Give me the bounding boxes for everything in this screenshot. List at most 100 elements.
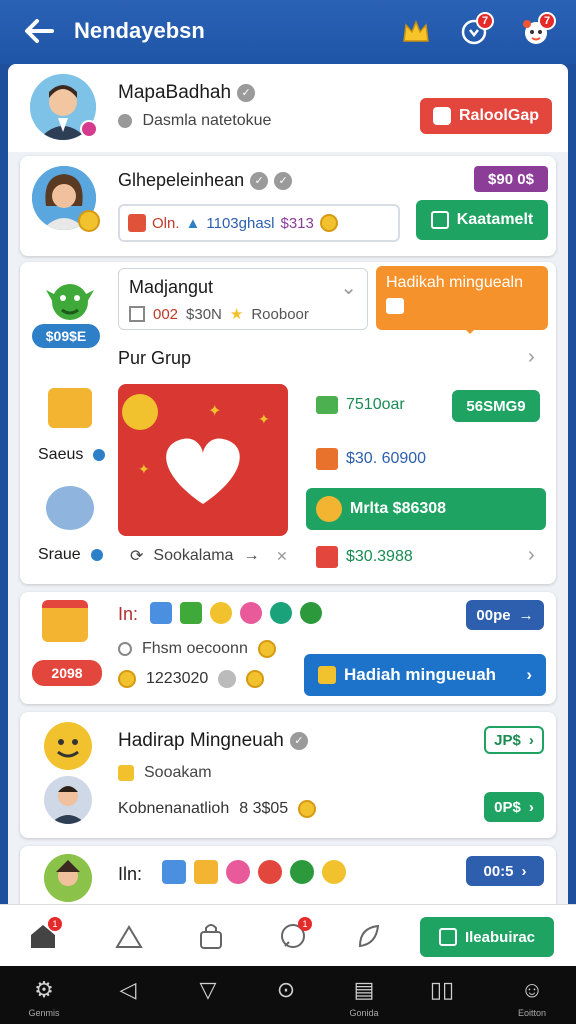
star-icon: ★ (229, 306, 244, 323)
reward-line-1: Fhsm oecoonn (142, 640, 248, 657)
stat-1: Oln. (152, 214, 180, 232)
svg-text:✦: ✦ (258, 411, 270, 427)
left-item-label: Saeus (38, 446, 84, 463)
back-triangle-icon[interactable]: ◁ (108, 976, 148, 1004)
offer-row[interactable]: 7510oar 56SMG9 (306, 384, 546, 428)
close-icon[interactable]: ✕ (276, 548, 288, 565)
profile-header: MapaBadhah ✓ Dasmla natetokue RaloolGap (8, 64, 568, 152)
chevron-right-icon[interactable]: › (528, 346, 535, 369)
stat-3: $313 (280, 214, 314, 232)
reward-label: In: (118, 604, 139, 624)
profile-action-button[interactable]: RaloolGap (420, 98, 552, 134)
tooltip-banner[interactable]: Hadikah minguealn (376, 266, 548, 334)
chevron-right-icon: › (526, 665, 532, 684)
offer-row[interactable]: $30.3988 › (306, 540, 546, 576)
reward-card: 2098 In: 00pe → Fhsm oecoonn 1223020 Hadi… (20, 592, 556, 704)
group-select-title: Madjangut (129, 277, 214, 297)
system-right-label: Eoitton (517, 1008, 547, 1018)
select-value-2: $30N (186, 305, 222, 323)
reward-main-label: Hadiah mingueuah (344, 665, 497, 684)
system-navigation-bar: ⚙ Genmis ◁ ▽ ⊙ ▤ Gonida ▯▯ ☺ Eoitton (0, 966, 576, 1024)
link-icon: ⟳ (130, 548, 144, 565)
item-button-label: 00:5 (483, 862, 514, 880)
tooltip-text: Hadikah minguealn (386, 274, 523, 291)
system-left-label: Genmis (28, 1008, 60, 1018)
member-action-label: Kaatamelt (456, 211, 534, 228)
tent-icon[interactable] (112, 919, 146, 953)
clock-icon (118, 642, 132, 656)
crown-icon[interactable] (398, 14, 434, 50)
offer-row[interactable]: $30. 60900 (306, 438, 546, 478)
back-arrow-icon[interactable] (22, 16, 56, 46)
calendar-icon (430, 211, 449, 229)
gift-box-icon (42, 600, 88, 642)
leaf-icon[interactable] (352, 919, 386, 953)
chat-icon[interactable]: 1 (276, 917, 312, 953)
down-triangle-icon[interactable]: ▽ (188, 976, 228, 1004)
top-app-bar: Nendayebsn 7 7 (0, 0, 576, 64)
mascot-icon[interactable]: 7 (518, 12, 556, 50)
reward-top-button[interactable]: 00pe → (466, 600, 544, 630)
arrow-right-icon: → (518, 606, 534, 624)
settings-gear-icon[interactable]: ⚙ (24, 976, 64, 1004)
chevron-right-icon: › (528, 798, 534, 816)
reward-line-2: 1223020 (146, 670, 209, 687)
box-icon (128, 214, 146, 232)
book-icon[interactable]: ▤ (344, 976, 384, 1004)
coin-icon (118, 670, 136, 688)
cube-icon (129, 306, 145, 322)
money-icon (316, 396, 338, 414)
notification-icon[interactable]: 7 (456, 12, 494, 50)
coin-icon (218, 670, 237, 688)
triangle-icon: ▲ (185, 214, 201, 232)
item-button[interactable]: 00:5 › (466, 856, 544, 886)
coin-icon (319, 214, 338, 232)
weekly-button-2[interactable]: 0P$ › (484, 792, 544, 822)
coin-tag: 2098 (32, 660, 102, 686)
avatar[interactable] (44, 722, 92, 770)
weekly-line-1: Sooakam (144, 764, 212, 781)
bottom-cta-button[interactable]: Ileabuirac (420, 917, 554, 957)
stat-2: 1103ghasl (206, 214, 275, 232)
item-icons (162, 860, 346, 884)
coin-icon (78, 210, 100, 232)
chevron-right-icon: › (528, 544, 535, 566)
avatar[interactable] (44, 854, 92, 902)
coin-icon (298, 800, 317, 818)
weekly-button-1-label: JP$ (494, 731, 521, 749)
offer-amount: Mrlta $86308 (350, 500, 447, 517)
weekly-button-2-label: 0P$ (494, 798, 521, 816)
chevron-right-icon: › (521, 862, 527, 880)
home-icon[interactable]: 1 (26, 917, 62, 953)
offer-amount: 7510oar (346, 396, 405, 413)
item-card: Iln: 00:5 › (20, 846, 556, 904)
home-circle-icon[interactable]: ⊙ (266, 976, 306, 1004)
profile-name: MapaBadhah (118, 82, 232, 103)
gift-tile[interactable]: ✦ ✦ ✦ (118, 384, 288, 536)
member-action-button[interactable]: Kaatamelt (416, 200, 548, 240)
open-book-icon[interactable]: ▯▯ (422, 976, 462, 1004)
lock-icon[interactable] (194, 919, 228, 953)
gift-icon (316, 546, 338, 568)
person-icon[interactable]: ☺ (512, 976, 552, 1004)
member-stats: Oln. ▲ 1103ghasl $313 (118, 204, 400, 242)
page-title: Nendayebsn (74, 18, 205, 43)
system-center-label: Gonida (349, 1008, 379, 1018)
notification-badge: 7 (476, 12, 494, 30)
reward-top-label: 00pe (476, 606, 511, 624)
group-select[interactable]: Madjangut ⌄ 002 $30N ★ Rooboor (118, 268, 368, 330)
offer-highlight-button[interactable]: Mrlta $86308 (306, 488, 546, 530)
avatar[interactable] (44, 776, 92, 824)
reward-main-button[interactable]: Hadiah mingueuah › (304, 654, 546, 696)
arrow-right-icon: → (243, 547, 260, 564)
offer-amount: $30.3988 (346, 548, 413, 565)
cube-icon (316, 448, 338, 470)
member-name: Glhepeleinhean (118, 170, 245, 190)
home-badge: 1 (48, 917, 62, 931)
chevron-down-icon: ⌄ (340, 277, 357, 299)
bottom-cta-label: Ileabuirac (464, 928, 536, 946)
offer-button[interactable]: 56SMG9 (452, 390, 540, 422)
weekly-button-1[interactable]: JP$ › (484, 726, 544, 754)
weekly-card: Hadirap Mingneuah ✓ JP$ › Sooakam Kobnenan… (20, 712, 556, 838)
profile-action-label: RaloolGap (458, 107, 539, 124)
